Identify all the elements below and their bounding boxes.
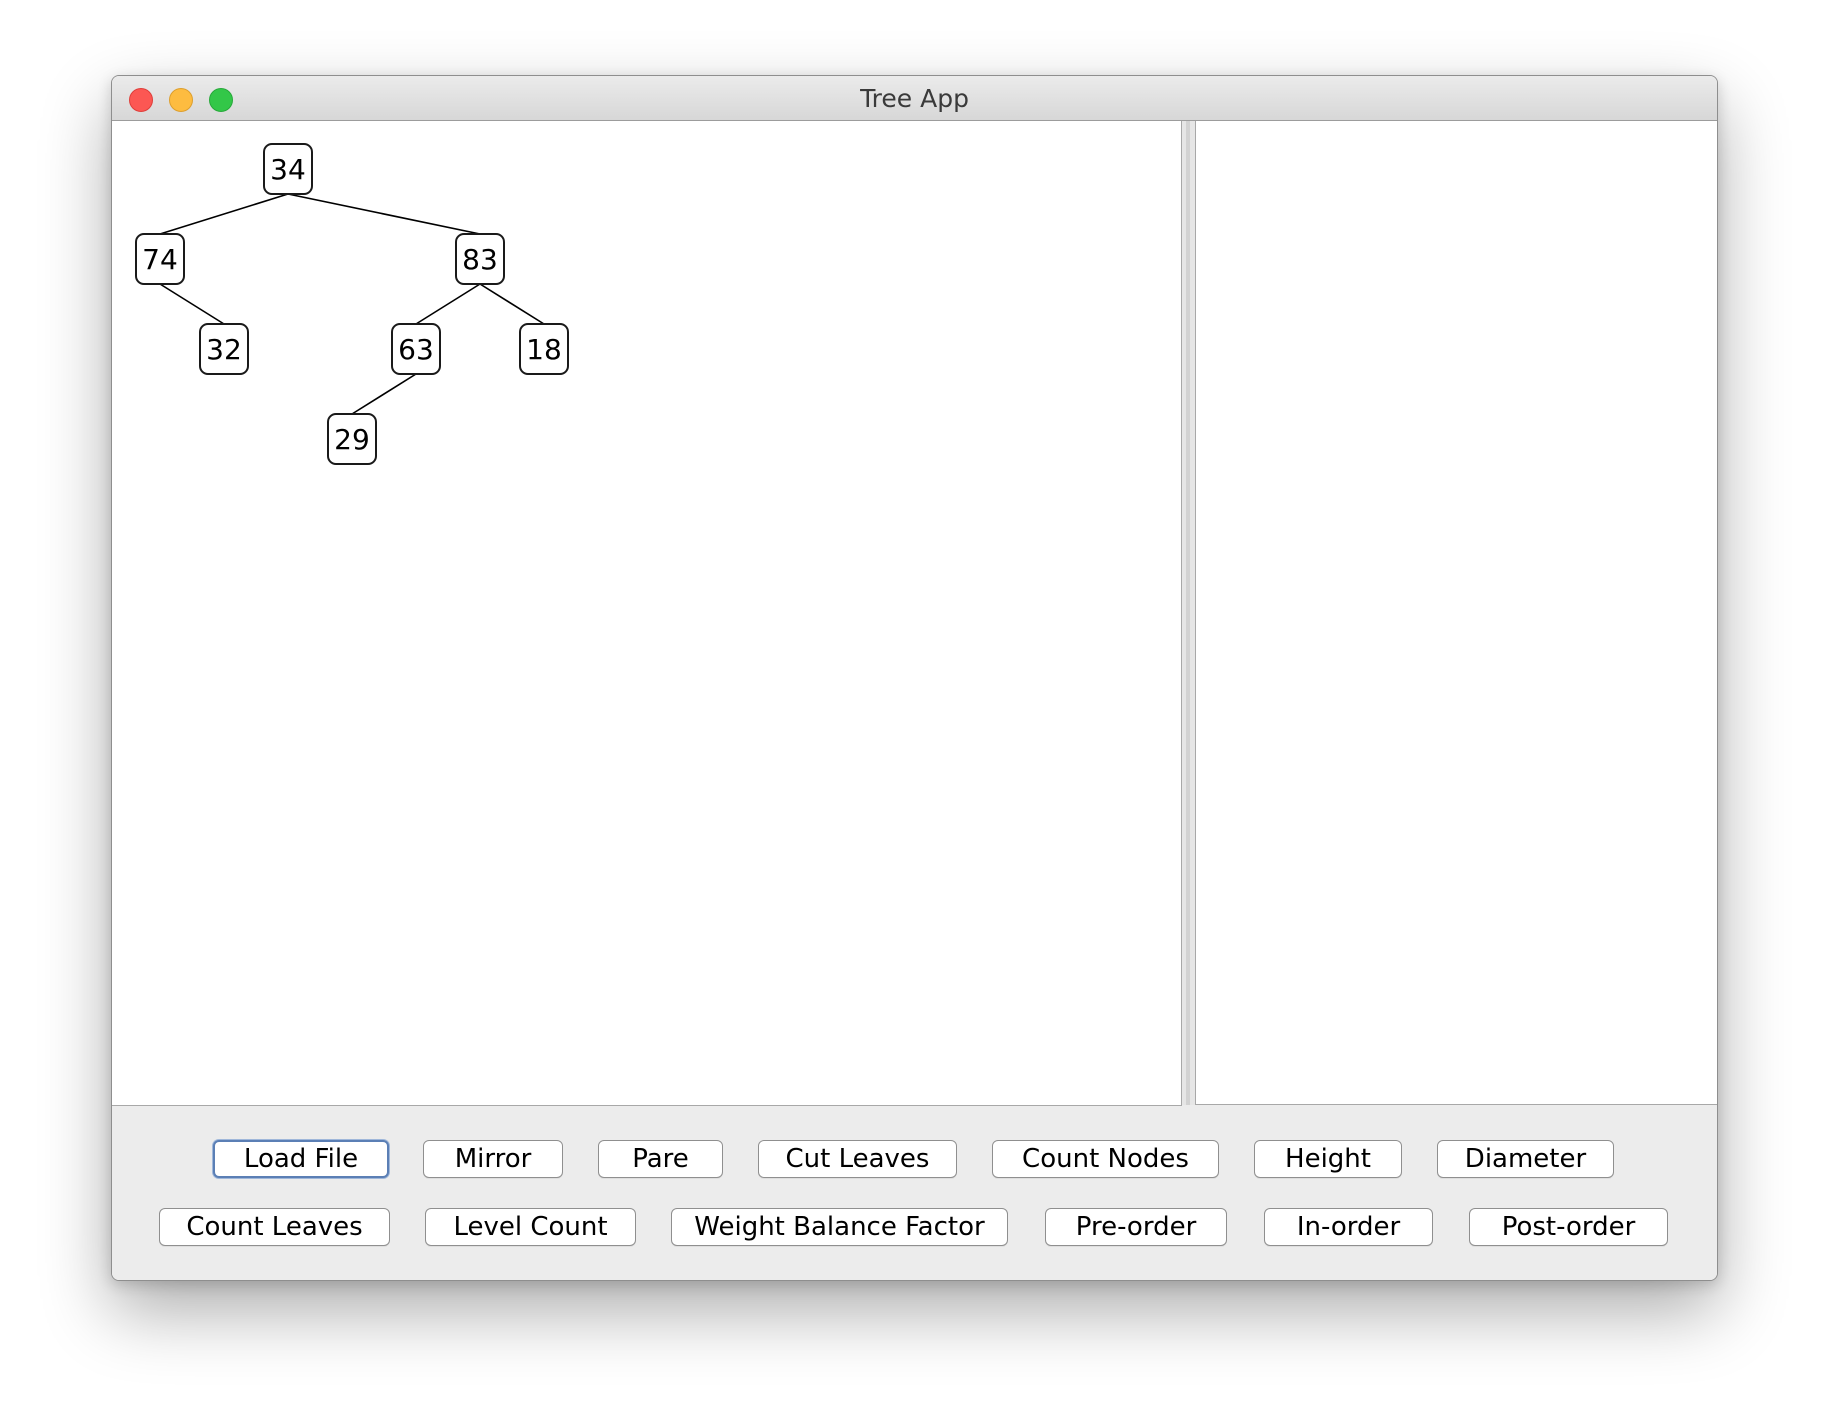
tree-edge-74-32: [159, 283, 225, 325]
button-toolbar: Load File Mirror Pare Cut Leaves Count N…: [112, 1107, 1717, 1280]
tree-node-32: 32: [199, 323, 249, 375]
post-order-button[interactable]: Post-order: [1469, 1208, 1668, 1246]
tree-node-label: 63: [398, 333, 434, 366]
split-pane-divider[interactable]: [1182, 121, 1195, 1105]
tree-node-label: 29: [334, 423, 370, 456]
tree-edge-63-29: [351, 373, 417, 415]
pre-order-button[interactable]: Pre-order: [1045, 1208, 1227, 1246]
tree-app-window: Tree App 34 74 83 32 63 18 29 Load File Mirror…: [111, 75, 1718, 1281]
tree-node-74: 74: [135, 233, 185, 285]
tree-edge-83-63: [415, 283, 481, 325]
level-count-button[interactable]: Level Count: [425, 1208, 636, 1246]
title-bar[interactable]: Tree App: [112, 76, 1717, 121]
tree-diagram: 34 74 83 32 63 18 29: [135, 143, 569, 465]
tree-edge-34-83: [287, 193, 481, 235]
tree-node-29: 29: [327, 413, 377, 465]
tree-canvas: 34 74 83 32 63 18 29: [112, 121, 1182, 1106]
output-panel[interactable]: [1195, 121, 1717, 1105]
divider-grip: [1186, 121, 1190, 1105]
tree-node-label: 34: [270, 153, 306, 186]
tree-node-label: 74: [142, 243, 178, 276]
tree-edge-34-74: [159, 193, 289, 235]
window-content: 34 74 83 32 63 18 29 Load File Mirror Pare Cut…: [112, 121, 1717, 1280]
tree-node-label: 83: [462, 243, 498, 276]
tree-node-18: 18: [519, 323, 569, 375]
load-file-button[interactable]: Load File: [213, 1140, 389, 1178]
tree-node-63: 63: [391, 323, 441, 375]
tree-node-83: 83: [455, 233, 505, 285]
tree-node-label: 18: [526, 333, 562, 366]
window-title: Tree App: [860, 84, 969, 113]
tree-node-34: 34: [263, 143, 313, 195]
tree-node-label: 32: [206, 333, 242, 366]
pare-button[interactable]: Pare: [598, 1140, 723, 1178]
diameter-button[interactable]: Diameter: [1437, 1140, 1614, 1178]
count-nodes-button[interactable]: Count Nodes: [992, 1140, 1219, 1178]
in-order-button[interactable]: In-order: [1264, 1208, 1433, 1246]
weight-balance-factor-button[interactable]: Weight Balance Factor: [671, 1208, 1008, 1246]
count-leaves-button[interactable]: Count Leaves: [159, 1208, 390, 1246]
cut-leaves-button[interactable]: Cut Leaves: [758, 1140, 957, 1178]
tree-edge-83-18: [479, 283, 545, 325]
mirror-button[interactable]: Mirror: [423, 1140, 563, 1178]
height-button[interactable]: Height: [1254, 1140, 1402, 1178]
